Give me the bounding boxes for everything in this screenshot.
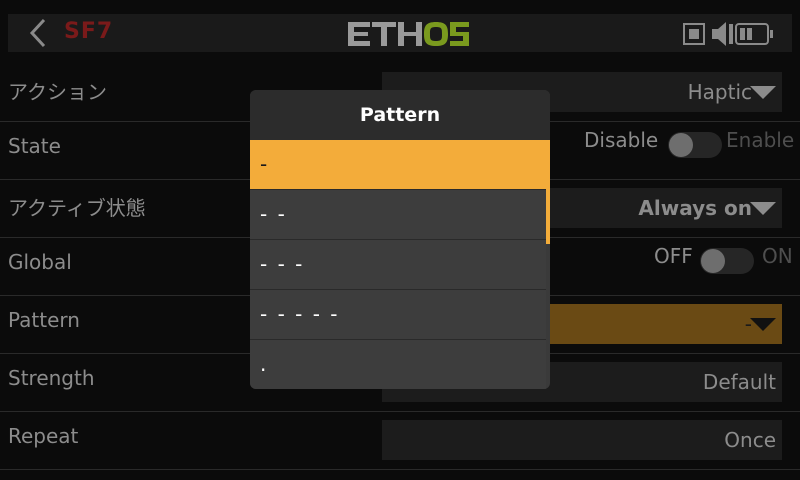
strength-value: Default: [702, 370, 776, 394]
back-button[interactable]: [16, 16, 56, 50]
dropdown-arrow-icon: [750, 202, 776, 215]
pattern-option[interactable]: .: [250, 340, 546, 389]
active-state-value: Always on: [638, 196, 752, 220]
strength-label: Strength: [8, 366, 95, 390]
option-label: -: [260, 152, 270, 176]
dropdown-arrow-icon: [750, 318, 776, 331]
global-off-label: OFF: [654, 244, 693, 268]
state-on-label: Enable: [726, 128, 795, 152]
square-icon: [683, 23, 705, 45]
global-toggle-track[interactable]: [700, 248, 754, 274]
chevron-left-icon: [29, 18, 46, 48]
global-toggle[interactable]: OFF ON: [654, 244, 796, 276]
action-value: Haptic: [687, 80, 752, 104]
option-label: - - - - -: [260, 302, 340, 326]
ethos-logo: [348, 22, 469, 46]
active-state-label: アクティブ状態: [8, 196, 146, 220]
page-title: SF7: [64, 19, 114, 44]
repeat-label: Repeat: [8, 424, 79, 448]
pattern-label: Pattern: [8, 308, 80, 332]
state-label: State: [8, 134, 61, 158]
option-label: .: [260, 352, 269, 376]
divider: [0, 469, 800, 470]
option-label: - - -: [260, 252, 305, 276]
pattern-option[interactable]: - - - - -: [250, 290, 546, 340]
top-bar: SF7: [8, 14, 792, 52]
state-off-label: Disable: [584, 128, 659, 152]
state-toggle-track[interactable]: [668, 132, 722, 158]
battery-icon: [735, 23, 773, 45]
toggle-knob: [669, 133, 693, 157]
pattern-option[interactable]: - -: [250, 190, 546, 240]
row-repeat: Repeat Once: [0, 412, 800, 470]
pattern-popup: Pattern - - - - - - - - - - - .: [250, 90, 550, 389]
dropdown-arrow-icon: [750, 86, 776, 99]
repeat-value: Once: [724, 428, 776, 452]
pattern-option[interactable]: - - -: [250, 240, 546, 290]
repeat-field[interactable]: Once: [382, 420, 782, 460]
popup-title: Pattern: [250, 90, 550, 140]
state-toggle[interactable]: Disable Enable: [584, 128, 796, 160]
pattern-option[interactable]: -: [250, 140, 546, 190]
action-label: アクション: [8, 80, 107, 104]
status-area: [682, 14, 792, 52]
global-on-label: ON: [762, 244, 793, 268]
toggle-knob: [701, 249, 725, 273]
option-label: - -: [260, 202, 287, 226]
global-label: Global: [8, 250, 72, 274]
speaker-icon: [712, 22, 733, 46]
popup-scrollbar[interactable]: [546, 140, 550, 244]
